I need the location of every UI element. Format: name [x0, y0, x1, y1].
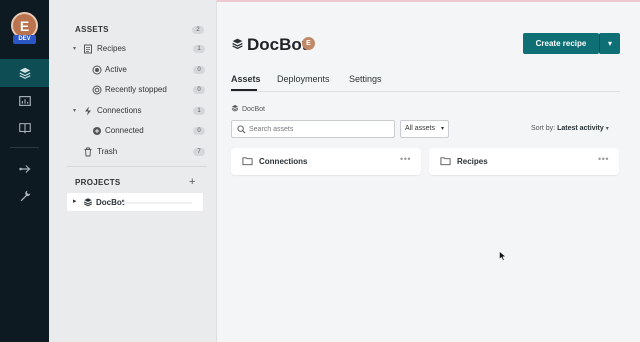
assets-sidebar: ASSETS 2 ▾ Recipes 1 Active 0 Recently s… [49, 0, 217, 342]
tree-label: Active [105, 65, 127, 74]
tree-item-active[interactable]: Active 0 [49, 63, 217, 77]
tree-label: Recipes [97, 44, 126, 53]
stopped-status-icon [92, 85, 102, 95]
lightning-icon [85, 106, 91, 116]
rail-item-workflow[interactable] [0, 155, 49, 183]
tree-count: 0 [193, 86, 205, 94]
breadcrumb-item[interactable]: DocBot [242, 106, 265, 113]
projects-title: PROJECTS [75, 178, 121, 187]
folder-icon [440, 157, 451, 166]
add-project-button[interactable]: + [189, 176, 195, 188]
layers-icon [231, 105, 239, 112]
tree-item-recently-stopped[interactable]: Recently stopped 0 [49, 83, 217, 97]
connected-status-icon [93, 127, 101, 135]
tree-count: 0 [193, 66, 205, 74]
rail-item-projects[interactable] [0, 59, 49, 87]
folder-card-connections[interactable]: Connections ••• [231, 148, 421, 175]
tree-count: 0 [193, 127, 205, 135]
expand-caret-icon[interactable]: ▸ [73, 197, 77, 205]
layers-icon [84, 198, 92, 207]
recipe-icon [84, 44, 92, 54]
collapse-caret-icon[interactable]: ▾ [73, 107, 76, 114]
workflow-icon [18, 165, 30, 173]
assets-count: 2 [192, 26, 204, 34]
tree-item-connections[interactable]: ▾ Connections 1 [49, 104, 217, 118]
card-label: Connections [259, 157, 308, 166]
tab-deployments[interactable]: Deployments [277, 74, 330, 84]
env-indicator: E [302, 37, 315, 50]
active-status-icon [92, 65, 102, 75]
tree-label: Connections [97, 106, 142, 115]
filter-value: All assets [405, 125, 435, 132]
rail-item-docs[interactable] [0, 114, 49, 142]
tree-label: Recently stopped [105, 85, 167, 94]
wrench-icon [20, 190, 30, 202]
more-options-icon[interactable]: ••• [598, 154, 609, 164]
tree-count: 1 [193, 45, 205, 53]
tab-assets[interactable]: Assets [231, 74, 261, 84]
search-box[interactable] [231, 120, 395, 138]
card-label: Recipes [457, 157, 488, 166]
trash-icon [84, 147, 92, 157]
mouse-cursor-icon [499, 251, 506, 261]
rail-item-tools[interactable] [0, 182, 49, 210]
create-options-button[interactable]: ▾ [599, 33, 620, 54]
chevron-down-icon: ▾ [605, 126, 609, 132]
tree-item-trash[interactable]: Trash 7 [49, 145, 217, 159]
collapse-caret-icon[interactable]: ▾ [73, 45, 76, 52]
tree-item-recipes[interactable]: ▾ Recipes 1 [49, 42, 217, 56]
tab-settings[interactable]: Settings [349, 74, 382, 84]
book-icon [18, 123, 31, 134]
project-item-docbot[interactable]: ▸ DocBot [67, 193, 203, 211]
tabs-divider [231, 91, 620, 92]
main-content: DocBot E Create recipe ▾ Assets Deployme… [218, 0, 640, 342]
tree-item-connected[interactable]: Connected 0 [49, 124, 217, 138]
app-rail: E DEV [0, 0, 49, 342]
rail-divider [10, 147, 39, 148]
folder-card-recipes[interactable]: Recipes ••• [429, 148, 619, 175]
rail-item-dashboard[interactable] [0, 87, 49, 115]
env-badge: DEV [13, 35, 36, 44]
folder-icon [242, 157, 253, 166]
create-recipe-button[interactable]: Create recipe [523, 33, 599, 54]
sort-value: Latest activity [557, 125, 604, 132]
layers-icon [232, 38, 243, 50]
chevron-down-icon: ▾ [440, 126, 444, 132]
layers-icon [18, 67, 31, 79]
asset-filter-select[interactable]: All assets ▾ [400, 120, 449, 138]
assets-title: ASSETS [75, 25, 109, 34]
search-icon [237, 125, 246, 134]
sidebar-divider [67, 166, 207, 167]
more-options-icon[interactable]: ••• [400, 154, 411, 164]
page-title: DocBot [247, 35, 308, 54]
sort-control[interactable]: Sort by: Latest activity ▾ [531, 125, 609, 132]
project-row-highlight [122, 202, 192, 204]
tree-label: Trash [97, 147, 118, 156]
breadcrumb: DocBot [231, 104, 265, 113]
avatar-letter: E [19, 17, 30, 34]
tree-count: 1 [193, 107, 205, 115]
project-label: DocBot [96, 198, 125, 207]
search-input[interactable] [249, 123, 389, 135]
chevron-down-icon: ▾ [607, 39, 612, 48]
dashboard-icon [18, 96, 31, 106]
tree-count: 7 [193, 148, 205, 156]
tree-label: Connected [105, 126, 144, 135]
sort-prefix: Sort by: [531, 125, 556, 132]
